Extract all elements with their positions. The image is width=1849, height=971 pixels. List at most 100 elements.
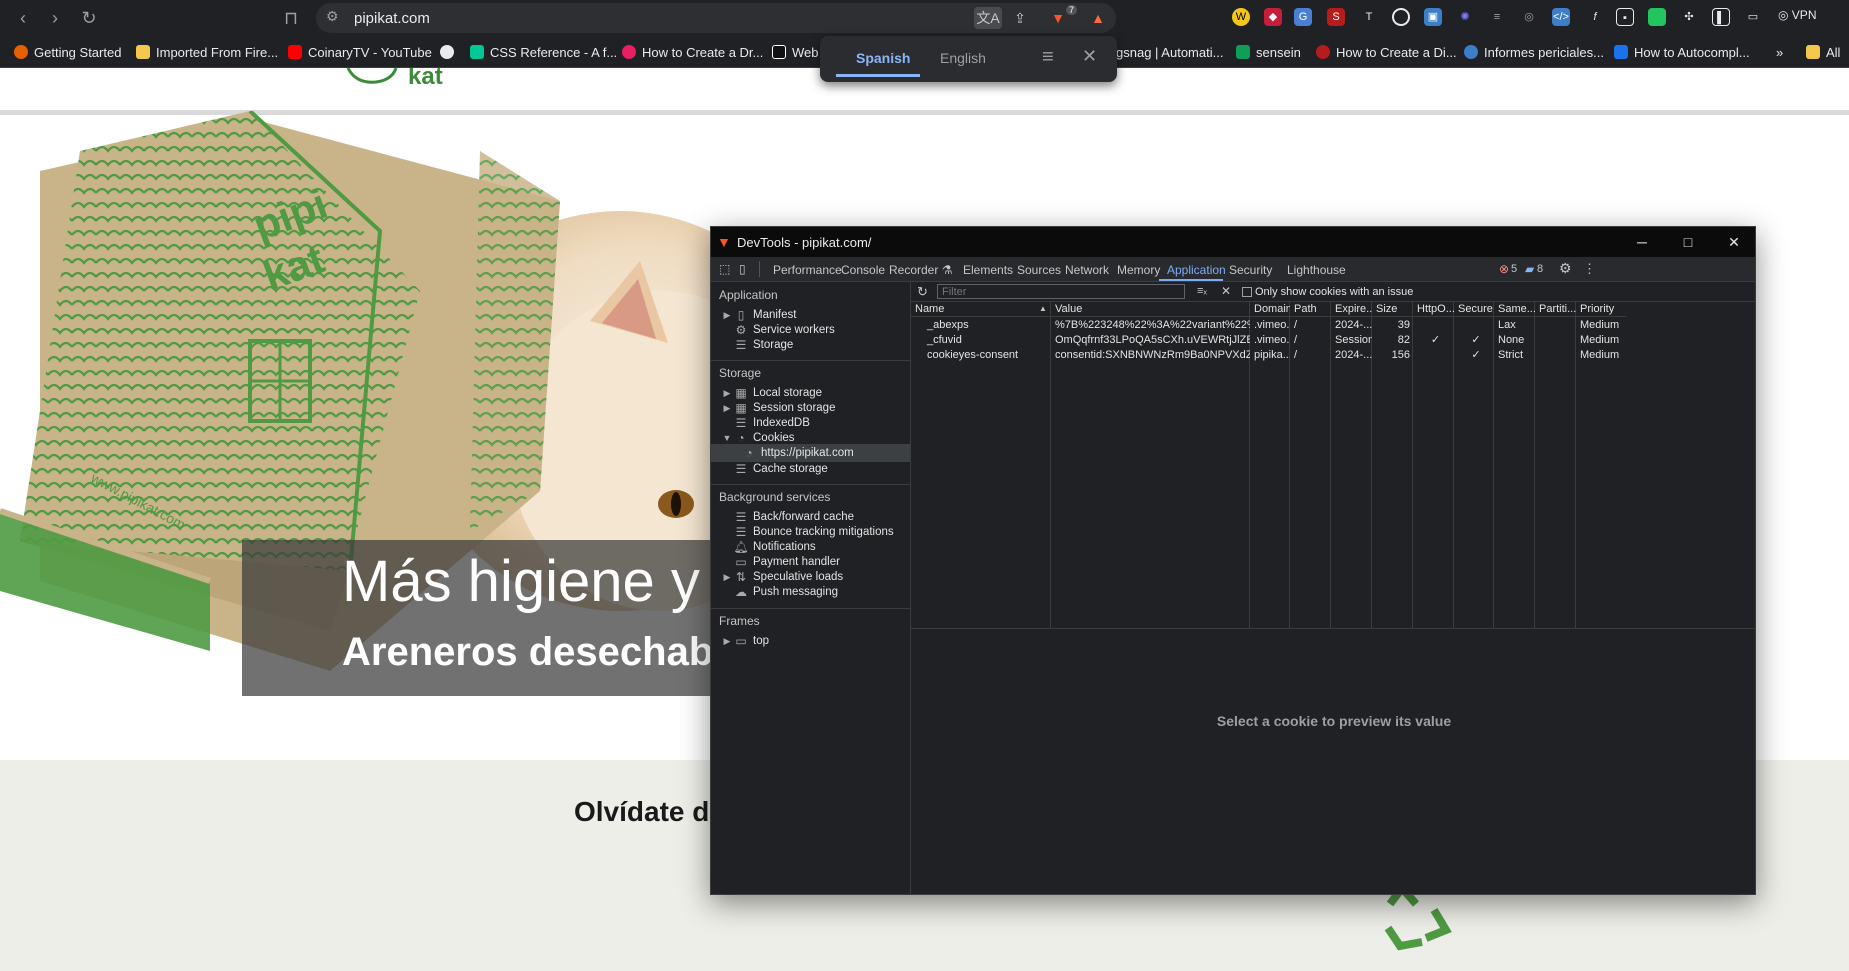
- column-header-samesite[interactable]: Same...: [1494, 302, 1535, 317]
- table-row-path[interactable]: /: [1290, 333, 1331, 348]
- share-icon[interactable]: ⇪: [1006, 7, 1034, 29]
- table-row-httponly[interactable]: [1413, 318, 1454, 333]
- bookmark-item[interactable]: sensein: [1236, 44, 1301, 60]
- extension-tt-icon[interactable]: T: [1360, 8, 1378, 26]
- table-row-name[interactable]: _cfuvid: [923, 333, 1049, 348]
- brave-rewards-icon[interactable]: ▲: [1084, 7, 1112, 29]
- column-header-size[interactable]: Size: [1372, 302, 1413, 317]
- bookmark-folder[interactable]: All: [1806, 44, 1840, 60]
- language-tab-english[interactable]: English: [940, 50, 986, 66]
- filter-input[interactable]: [937, 284, 1185, 299]
- bookmark-item[interactable]: Getting Started: [14, 44, 121, 60]
- table-row-path[interactable]: /: [1290, 348, 1331, 363]
- extensions-puzzle-icon[interactable]: ✣: [1680, 8, 1698, 26]
- table-row-priority[interactable]: Medium: [1576, 348, 1626, 363]
- bookmark-item[interactable]: CSS Reference - A f...: [470, 44, 617, 60]
- more-options-icon[interactable]: ⋮: [1583, 261, 1596, 277]
- extension-window-icon[interactable]: ▪: [1616, 8, 1634, 26]
- extension-circle-icon[interactable]: [1392, 8, 1410, 26]
- column-header-secure[interactable]: Secure: [1454, 302, 1494, 317]
- extension-gear-icon[interactable]: ✺: [1456, 8, 1474, 26]
- bookmark-folder[interactable]: Imported From Fire...: [136, 44, 278, 60]
- table-row-size[interactable]: 39: [1372, 318, 1410, 333]
- table-row-domain[interactable]: pipika...: [1250, 348, 1290, 363]
- collapse-arrow-icon[interactable]: ▼: [721, 433, 733, 443]
- extension-code-icon[interactable]: </>: [1552, 8, 1570, 26]
- tab-application[interactable]: Application: [1167, 263, 1226, 277]
- table-row-httponly[interactable]: [1413, 348, 1454, 363]
- expand-arrow-icon[interactable]: ▶: [721, 388, 733, 399]
- messages-count[interactable]: 8: [1537, 263, 1543, 275]
- table-row-httponly[interactable]: ✓: [1413, 333, 1454, 348]
- address-bar[interactable]: ⚙ pipikat.com 文A ⇪ ▼ 7 ▲: [316, 3, 1116, 33]
- table-row-partition[interactable]: [1535, 318, 1576, 333]
- column-header-partition[interactable]: Partiti...: [1535, 302, 1576, 317]
- site-info-icon[interactable]: ⚙: [326, 8, 339, 25]
- clear-filtered-icon[interactable]: ≡ₓ: [1197, 285, 1207, 297]
- bookmark-item[interactable]: Informes periciales...: [1464, 44, 1604, 60]
- extension-shield-icon[interactable]: ◆: [1264, 8, 1282, 26]
- extension-blue-icon[interactable]: ▣: [1424, 8, 1442, 26]
- bookmark-icon[interactable]: ⊓: [280, 7, 302, 29]
- message-icon[interactable]: ▰: [1525, 262, 1534, 276]
- table-row-partition[interactable]: [1535, 333, 1576, 348]
- table-row-name[interactable]: cookieyes-consent: [923, 348, 1049, 363]
- table-row-secure[interactable]: [1454, 318, 1494, 333]
- table-row-domain[interactable]: .vimeo...: [1250, 318, 1290, 333]
- maximize-icon[interactable]: □: [1665, 227, 1711, 257]
- table-row-value[interactable]: OmQqfrnf33LPoQA5sCXh.uVEWRtjJlZErrqNS0..…: [1051, 333, 1250, 348]
- tab-lighthouse[interactable]: Lighthouse: [1287, 263, 1346, 277]
- sort-ascending-icon[interactable]: ▲: [1039, 304, 1047, 313]
- tab-elements[interactable]: Elements: [963, 263, 1013, 277]
- expand-arrow-icon[interactable]: ▶: [721, 636, 733, 647]
- column-header-path[interactable]: Path: [1290, 302, 1331, 317]
- forward-icon[interactable]: ›: [44, 7, 66, 29]
- extension-w-icon[interactable]: W: [1232, 8, 1250, 26]
- table-row-samesite[interactable]: Lax: [1494, 318, 1535, 333]
- url-text[interactable]: pipikat.com: [354, 10, 430, 27]
- bookmark-item[interactable]: CoinaryTV - YouTube: [288, 44, 432, 60]
- column-header-priority[interactable]: Priority: [1576, 302, 1626, 317]
- tab-memory[interactable]: Memory: [1117, 263, 1160, 277]
- settings-gear-icon[interactable]: ⚙: [1559, 260, 1572, 277]
- expand-arrow-icon[interactable]: ▶: [721, 310, 733, 321]
- table-row-partition[interactable]: [1535, 348, 1576, 363]
- refresh-icon[interactable]: ↻: [917, 284, 928, 300]
- table-row-secure[interactable]: ✓: [1454, 348, 1494, 363]
- table-row-size[interactable]: 82: [1372, 333, 1410, 348]
- reload-icon[interactable]: ↻: [78, 7, 100, 29]
- table-row-expires[interactable]: 2024-...: [1331, 318, 1372, 333]
- wallet-icon[interactable]: ▭: [1744, 8, 1762, 26]
- back-icon[interactable]: ‹: [12, 7, 34, 29]
- column-header-name[interactable]: Name: [911, 302, 1051, 317]
- tab-security[interactable]: Security: [1229, 263, 1272, 277]
- only-issues-checkbox[interactable]: [1242, 287, 1252, 297]
- column-header-expires[interactable]: Expire...: [1331, 302, 1372, 317]
- table-row-path[interactable]: /: [1290, 318, 1331, 333]
- extension-openai-icon[interactable]: ◎: [1520, 8, 1538, 26]
- sidebar-toggle-icon[interactable]: ▌: [1712, 8, 1730, 26]
- table-row-value[interactable]: consentid:SXNBNWNzRm9Ba0NPVXdZZDVM...: [1051, 348, 1250, 363]
- extension-function-icon[interactable]: f: [1586, 8, 1604, 26]
- table-row-samesite[interactable]: None: [1494, 333, 1535, 348]
- table-row-expires[interactable]: 2024-...: [1331, 348, 1372, 363]
- language-tab-spanish[interactable]: Spanish: [856, 50, 910, 66]
- expand-arrow-icon[interactable]: ▶: [721, 403, 733, 414]
- tab-console[interactable]: Console: [841, 263, 885, 277]
- column-header-value[interactable]: Value: [1051, 302, 1250, 317]
- inspect-element-icon[interactable]: ⬚: [719, 262, 730, 276]
- sidebar-item-frame-top[interactable]: ▶ ▭ top: [721, 632, 910, 650]
- bookmark-item[interactable]: Web: [772, 44, 819, 60]
- column-header-httponly[interactable]: HttpO...: [1413, 302, 1454, 317]
- pipikat-logo[interactable]: kat: [346, 68, 476, 90]
- bookmark-item[interactable]: How to Autocompl...: [1614, 44, 1750, 60]
- table-row-priority[interactable]: Medium: [1576, 318, 1626, 333]
- errors-count[interactable]: 5: [1511, 263, 1517, 275]
- bookmark-item[interactable]: gsnag | Automati...: [1116, 44, 1223, 60]
- sidebar-item-push-messaging[interactable]: ☁ Push messaging: [721, 583, 910, 601]
- column-header-domain[interactable]: Domain: [1250, 302, 1290, 317]
- tab-performance[interactable]: Performance: [773, 263, 842, 277]
- table-row-size[interactable]: 156: [1372, 348, 1410, 363]
- delete-selected-icon[interactable]: ✕: [1221, 284, 1231, 298]
- table-row-samesite[interactable]: Strict: [1494, 348, 1535, 363]
